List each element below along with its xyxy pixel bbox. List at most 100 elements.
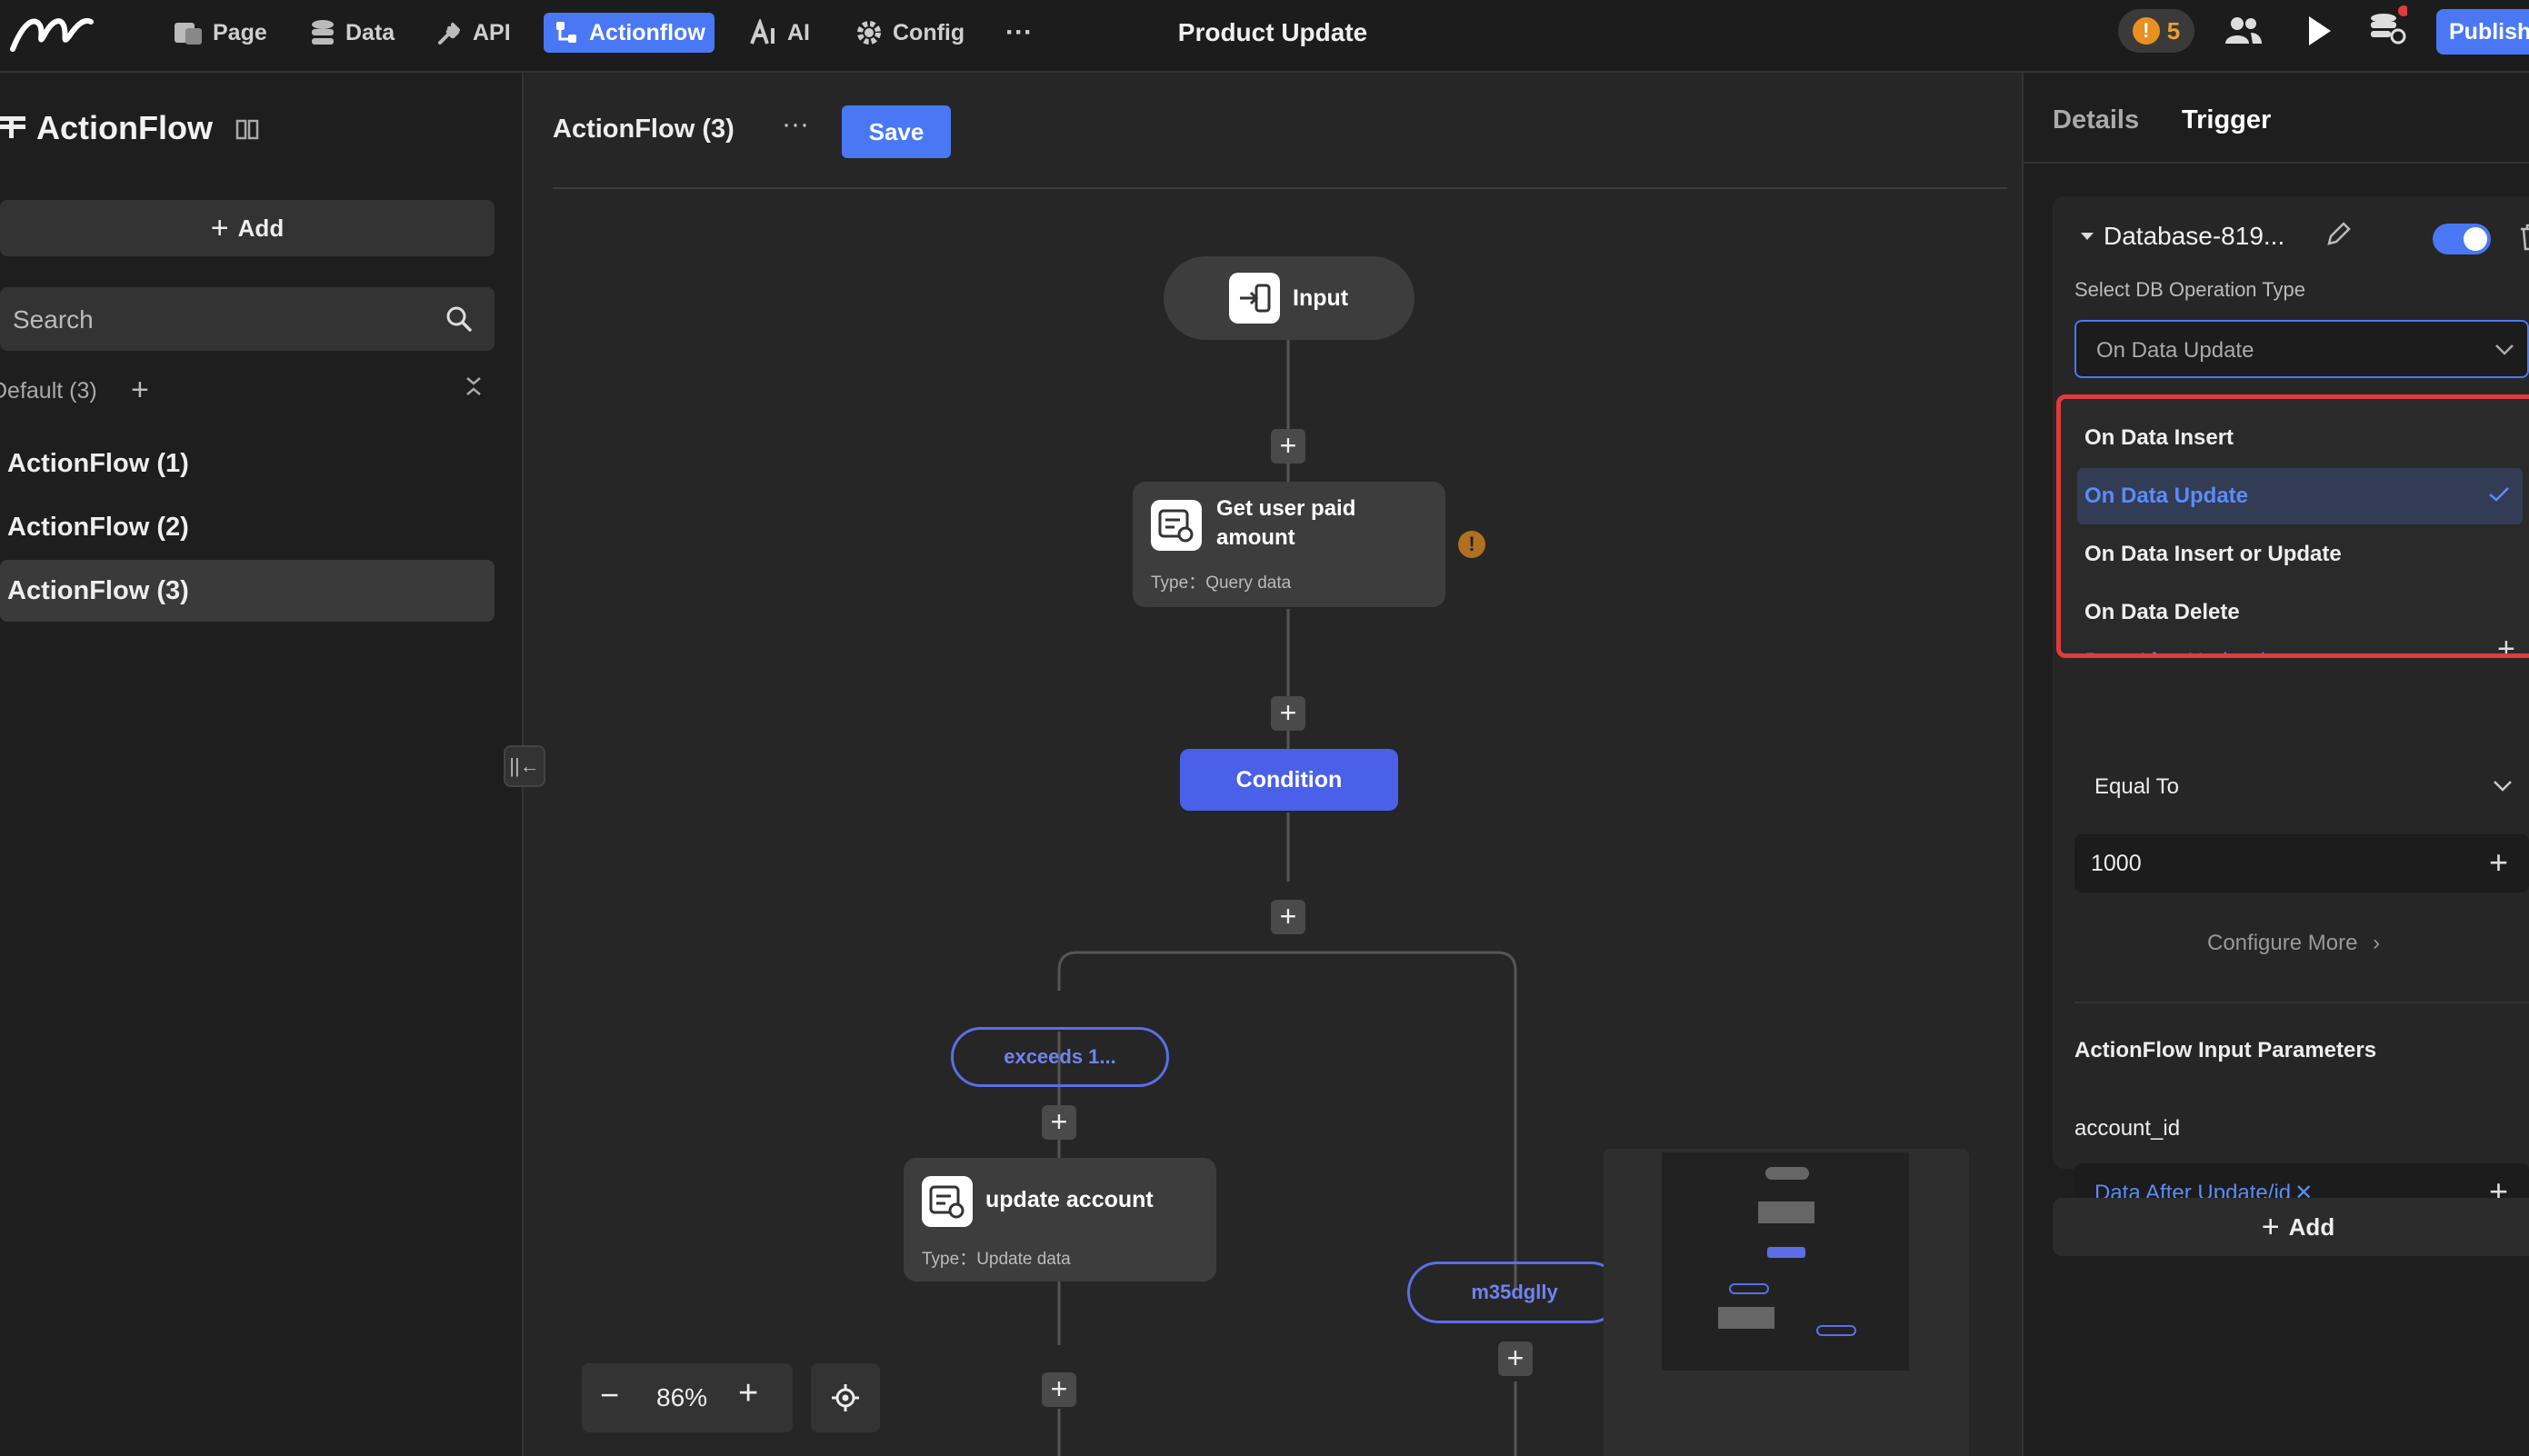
add-step-button[interactable]: + — [1042, 1105, 1076, 1140]
sidebar-item-actionflow-1[interactable]: ActionFlow (1) — [0, 433, 495, 494]
flow-icon — [553, 19, 580, 46]
nav-api[interactable]: API — [427, 13, 520, 53]
add-trigger-button[interactable]: + Add — [2053, 1198, 2529, 1256]
add-actionflow-button[interactable]: + Add — [0, 200, 495, 256]
param-name: account_id — [2074, 1116, 2181, 1141]
configure-more-link[interactable]: Configure More › — [2207, 931, 2380, 956]
input-node[interactable]: Input — [1164, 256, 1414, 340]
book-icon[interactable] — [235, 116, 260, 142]
minimap-viewport — [1662, 1152, 1909, 1371]
input-icon — [1229, 273, 1280, 324]
input-params-title: ActionFlow Input Parameters — [2074, 1038, 2377, 1062]
search-placeholder: Search — [13, 305, 94, 334]
add-step-button[interactable]: + — [1271, 696, 1305, 731]
toggle-knob — [2464, 227, 2487, 251]
nav-actionflow[interactable]: Actionflow — [544, 13, 715, 53]
actionflow-sidebar: ActionFlow + Add Search Default (3) + Ac… — [0, 73, 524, 1456]
add-step-button[interactable]: + — [1271, 900, 1305, 934]
sidebar-item-actionflow-2[interactable]: ActionFlow (2) — [0, 496, 495, 558]
users-icon[interactable] — [2224, 13, 2264, 49]
nav-ai[interactable]: AI — [740, 13, 819, 53]
gear-icon — [855, 18, 884, 47]
plus-icon: + — [2261, 1209, 2280, 1244]
warning-icon: ! — [2132, 17, 2160, 45]
group-default[interactable]: Default (3) — [0, 378, 97, 404]
warning-badge[interactable]: ! 5 — [2118, 9, 2194, 53]
collapse-icon[interactable] — [462, 373, 485, 400]
query-node[interactable]: Get user paid amount Type：Query data — [1133, 482, 1445, 607]
menu-option-insert[interactable]: On Data Insert — [2077, 410, 2523, 466]
db-op-label: Select DB Operation Type — [2074, 278, 2305, 301]
top-bar: Page Data API Actionflow AI Config ··· P… — [0, 0, 2529, 73]
menu-option-partial[interactable]: Data After Update/payment — [2077, 633, 2523, 653]
sidebar-item-actionflow-3[interactable]: ActionFlow (3) — [0, 560, 495, 622]
minimap-node — [1765, 1167, 1809, 1180]
target-icon — [831, 1383, 860, 1412]
nav-page[interactable]: Page — [164, 13, 276, 53]
trash-icon[interactable] — [2518, 224, 2529, 251]
db-op-select[interactable]: On Data Update — [2074, 320, 2529, 378]
branch-m35dglly[interactable]: m35dglly — [1407, 1262, 1622, 1323]
page-title: Product Update — [1177, 18, 1368, 46]
nav-config[interactable]: Config — [845, 13, 974, 53]
update-node[interactable]: update account Type：Update data — [904, 1158, 1216, 1281]
trigger-card: Database-819... Select DB Operation Type… — [2053, 196, 2529, 1222]
minimap-node — [1718, 1307, 1774, 1329]
plug-icon — [436, 19, 464, 46]
zoom-out-button[interactable]: − — [600, 1376, 619, 1414]
menu-option-delete[interactable]: On Data Delete — [2077, 584, 2523, 641]
plus-icon: + — [210, 210, 229, 245]
operator-select[interactable]: Equal To — [2074, 758, 2529, 816]
search-input[interactable]: Search — [0, 287, 495, 351]
recenter-button[interactable] — [811, 1363, 880, 1432]
zoom-level: 86% — [656, 1383, 708, 1411]
add-step-button[interactable]: + — [1498, 1341, 1533, 1376]
add-step-button[interactable]: + — [1271, 429, 1305, 464]
database-status-icon[interactable] — [2367, 4, 2407, 49]
plus-icon[interactable]: + — [2489, 843, 2508, 882]
logo-icon[interactable] — [7, 9, 95, 55]
minimap-node — [1816, 1325, 1856, 1336]
condition-node[interactable]: Condition — [1180, 749, 1398, 811]
chevron-down-icon — [2493, 780, 2513, 793]
branch-exceeds[interactable]: exceeds 1... — [951, 1027, 1169, 1087]
divider — [2074, 1002, 2529, 1003]
tab-details[interactable]: Details — [2053, 105, 2139, 135]
minimap-node — [1729, 1283, 1769, 1294]
add-step-button[interactable]: + — [1042, 1372, 1076, 1407]
chevron-right-icon: › — [2373, 931, 2381, 955]
menu-option-insert-or-update[interactable]: On Data Insert or Update — [2077, 526, 2523, 583]
db-op-dropdown-menu: On Data Insert On Data Update On Data In… — [2056, 394, 2529, 658]
search-icon[interactable] — [445, 305, 473, 333]
flow-canvas[interactable]: ActionFlow (3) ··· Save ||← Input + Get … — [504, 73, 2020, 1456]
zoom-in-button[interactable]: + — [738, 1374, 758, 1413]
trigger-name: Database-819... — [2104, 222, 2285, 250]
plus-icon[interactable]: + — [2497, 632, 2515, 653]
node-warning-icon[interactable]: ! — [1458, 531, 1485, 558]
tab-divider — [2024, 162, 2529, 164]
caret-down-icon[interactable] — [2080, 231, 2094, 242]
chevron-up-icon — [2494, 344, 2514, 356]
value-input[interactable]: 1000 + — [2074, 834, 2529, 893]
minimap-node — [1767, 1247, 1805, 1258]
play-icon[interactable] — [2304, 13, 2334, 49]
query-data-icon — [1151, 500, 1202, 551]
tab-trigger[interactable]: Trigger — [2182, 105, 2271, 135]
publish-button[interactable]: Publish — [2436, 9, 2529, 55]
nav-data[interactable]: Data — [300, 13, 404, 53]
edit-icon[interactable] — [2325, 222, 2351, 247]
minimap[interactable] — [1604, 1149, 1969, 1456]
check-icon — [2488, 486, 2510, 503]
zoom-controls: − 86% + — [582, 1363, 793, 1432]
ai-icon — [749, 19, 778, 46]
more-menu-button[interactable]: ··· — [996, 13, 1042, 53]
properties-panel: Details Trigger Database-819... Select D… — [2022, 73, 2529, 1456]
menu-option-update[interactable]: On Data Update — [2077, 468, 2523, 524]
database-icon — [309, 18, 336, 47]
trigger-toggle[interactable] — [2433, 224, 2491, 254]
minimap-node — [1758, 1202, 1814, 1223]
update-data-icon — [922, 1176, 973, 1227]
add-group-icon[interactable]: + — [131, 373, 149, 408]
page-icon — [173, 19, 204, 46]
actionflow-icon — [0, 113, 27, 140]
